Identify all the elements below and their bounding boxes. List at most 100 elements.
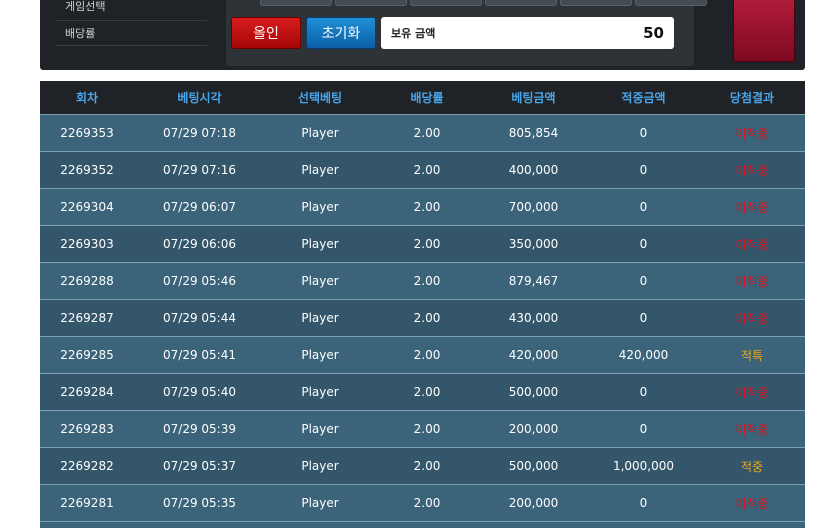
cell-pick: Player [265,299,375,337]
header-win-amount: 적중금액 [588,81,699,115]
cell-bet-time: 07/29 06:07 [134,188,265,226]
cell-bet-amount: 879,467 [479,262,588,300]
cell-pick: Player [265,225,375,263]
cell-bet-time: 07/29 05:41 [134,336,265,374]
cell-win-amount: 0 [588,484,699,522]
top-panel: 게임선택 배당률 올인 초기화 보유 금액 50 [40,0,805,70]
table-row: 2269283 07/29 05:39 Player 2.00 200,000 0 미적중 [40,410,805,448]
cell-bet-amount: 200,000 [479,410,588,448]
side-menu: 게임선택 배당률 [55,0,207,46]
table-row: 2269287 07/29 05:44 Player 2.00 430,000 0 미적중 [40,299,805,337]
cell-round: 2269285 [40,336,134,374]
side-item-game-select[interactable]: 게임선택 [55,0,207,21]
cell-result: 미적중 [699,484,805,522]
cell-odds: 2.00 [375,151,479,189]
cell-win-amount: 420,000 [588,336,699,374]
cell-pick: Player [265,262,375,300]
cell-odds: 2.00 [375,484,479,522]
cell-win-amount: 0 [588,188,699,226]
cell-win-amount: 0 [588,151,699,189]
cell-bet-time: 07/29 07:18 [134,114,265,152]
cell-pick: Player [265,373,375,411]
cell-odds: 2.00 [375,188,479,226]
table-row: 2269282 07/29 05:37 Player 2.00 500,000 1,000… [40,447,805,485]
cell-bet-time: 07/29 05:46 [134,262,265,300]
place-bet-button[interactable] [733,0,795,62]
cell-pick: Player [265,484,375,522]
header-bet-amount: 베팅금액 [479,81,588,115]
table-row-clipped [40,521,805,528]
cell-round: 2269283 [40,410,134,448]
chip-slot[interactable] [260,0,332,6]
cell-odds: 2.00 [375,299,479,337]
cell-result: 미적중 [699,262,805,300]
cell-win-amount: 0 [588,299,699,337]
table-row: 2269285 07/29 05:41 Player 2.00 420,000 420,0… [40,336,805,374]
cell-result: 적특 [699,336,805,374]
cell-bet-time: 07/29 05:35 [134,484,265,522]
balance-field: 보유 금액 50 [381,17,674,49]
table-row: 2269353 07/29 07:18 Player 2.00 805,854 0 미적중 [40,114,805,152]
header-round: 회차 [40,81,134,115]
cell-pick: Player [265,151,375,189]
table-row-partial [40,521,805,528]
table-row: 2269288 07/29 05:46 Player 2.00 879,467 0 미적중 [40,262,805,300]
table-row: 2269304 07/29 06:07 Player 2.00 700,000 0 미적중 [40,188,805,226]
balance-value: 50 [643,24,664,42]
cell-win-amount: 0 [588,225,699,263]
cell-round: 2269288 [40,262,134,300]
cell-win-amount: 1,000,000 [588,447,699,485]
cell-bet-amount: 420,000 [479,336,588,374]
cell-round: 2269282 [40,447,134,485]
all-in-button[interactable]: 올인 [231,17,301,49]
header-odds: 배당률 [375,81,479,115]
header-result: 당첨결과 [699,81,805,115]
cell-bet-time: 07/29 07:16 [134,151,265,189]
cell-odds: 2.00 [375,373,479,411]
bet-history-table: 회차 베팅시각 선택베팅 배당률 베팅금액 적중금액 당첨결과 2269353 0… [40,81,805,528]
cell-pick: Player [265,410,375,448]
cell-bet-amount: 200,000 [479,484,588,522]
chip-slot[interactable] [410,0,482,6]
cell-result: 미적중 [699,188,805,226]
cell-odds: 2.00 [375,114,479,152]
cell-odds: 2.00 [375,262,479,300]
cell-round: 2269284 [40,373,134,411]
cell-bet-amount: 700,000 [479,188,588,226]
table-row: 2269284 07/29 05:40 Player 2.00 500,000 0 미적중 [40,373,805,411]
cell-result: 미적중 [699,225,805,263]
cell-bet-time: 07/29 05:37 [134,447,265,485]
cell-bet-amount: 430,000 [479,299,588,337]
table-row: 2269281 07/29 05:35 Player 2.00 200,000 0 미적중 [40,484,805,522]
cell-result: 미적중 [699,299,805,337]
cell-result: 미적중 [699,373,805,411]
cell-bet-amount: 400,000 [479,151,588,189]
cell-pick: Player [265,336,375,374]
cell-result: 미적중 [699,114,805,152]
cell-round: 2269287 [40,299,134,337]
cell-bet-amount: 500,000 [479,373,588,411]
cell-pick: Player [265,188,375,226]
cell-bet-time: 07/29 05:44 [134,299,265,337]
chip-slot[interactable] [560,0,632,6]
cell-pick: Player [265,447,375,485]
chip-slot[interactable] [335,0,407,6]
header-bet-time: 베팅시각 [134,81,265,115]
cell-round: 2269352 [40,151,134,189]
cell-odds: 2.00 [375,410,479,448]
cell-bet-time: 07/29 06:06 [134,225,265,263]
cell-bet-time: 07/29 05:39 [134,410,265,448]
header-pick: 선택베팅 [265,81,375,115]
cell-round: 2269281 [40,484,134,522]
side-item-odds[interactable]: 배당률 [55,21,207,46]
cell-result: 적중 [699,447,805,485]
reset-button[interactable]: 초기화 [306,17,376,49]
cell-odds: 2.00 [375,447,479,485]
cell-result: 미적중 [699,151,805,189]
cell-odds: 2.00 [375,336,479,374]
cell-bet-time: 07/29 05:40 [134,373,265,411]
chip-slot[interactable] [635,0,707,6]
chip-slot[interactable] [485,0,557,6]
cell-win-amount: 0 [588,114,699,152]
cell-win-amount: 0 [588,262,699,300]
